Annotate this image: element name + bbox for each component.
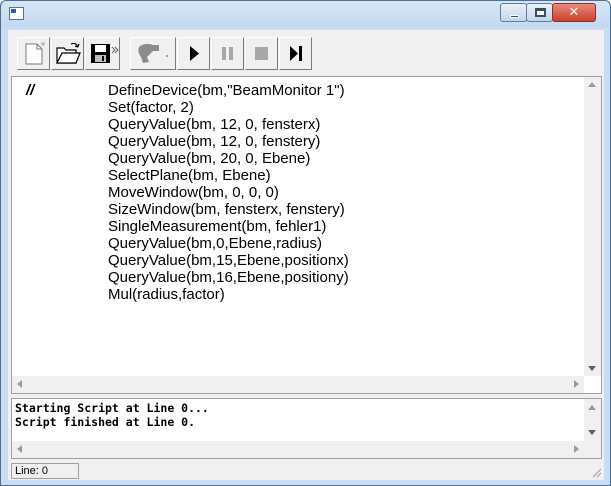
output-vertical-scrollbar[interactable] — [584, 399, 601, 441]
line-label: // — [26, 82, 35, 99]
output-text: Starting Script at Line 0... Script fini… — [15, 401, 209, 429]
scroll-left-icon[interactable] — [17, 445, 22, 453]
resize-grip-icon[interactable] — [590, 466, 602, 478]
code-statement: SelectPlane(bm, Ebene) — [108, 167, 271, 184]
line-label — [20, 201, 108, 218]
minimize-button[interactable] — [500, 3, 527, 22]
scroll-right-icon[interactable] — [574, 445, 579, 453]
code-statement: MoveWindow(bm, 0, 0, 0) — [108, 184, 279, 201]
code-line[interactable]: QueryValue(bm, 20, 0, Ebene) — [20, 150, 580, 167]
code-line[interactable]: // DefineDevice(bm,"BeamMonitor 1") — [20, 82, 580, 99]
stop-button[interactable] — [245, 37, 278, 70]
code-statement: DefineDevice(bm,"BeamMonitor 1") — [108, 82, 345, 99]
minimize-icon — [510, 15, 519, 18]
code-statement: SingleMeasurement(bm, fehler1) — [108, 218, 327, 235]
code-statement: Mul(radius,factor) — [108, 286, 225, 303]
code-line[interactable]: SelectPlane(bm, Ebene) — [20, 167, 580, 184]
line-label — [20, 269, 108, 286]
code-line[interactable]: MoveWindow(bm, 0, 0, 0) — [20, 184, 580, 201]
code-statement: QueryValue(bm, 12, 0, fensterx) — [108, 116, 321, 133]
code-line[interactable]: QueryValue(bm, 12, 0, fenstery) — [20, 133, 580, 150]
new-document-icon — [25, 42, 45, 65]
output-horizontal-scrollbar[interactable] — [12, 441, 601, 458]
editor-vertical-scrollbar[interactable] — [584, 77, 601, 376]
code-statement: Set(factor, 2) — [108, 99, 194, 116]
scroll-down-icon[interactable] — [588, 430, 596, 435]
pause-icon — [222, 47, 233, 60]
maximize-icon — [535, 8, 546, 17]
stop-icon — [255, 47, 268, 60]
code-line[interactable]: Set(factor, 2) — [20, 99, 580, 116]
pause-button[interactable] — [211, 37, 244, 70]
new-script-button[interactable] — [17, 37, 50, 70]
play-icon — [190, 46, 199, 61]
line-label — [20, 184, 108, 201]
line-label — [20, 167, 108, 184]
toolbar — [8, 30, 604, 76]
run-button[interactable] — [177, 37, 210, 70]
line-indicator: Line: 0 — [11, 463, 79, 479]
close-icon: ✕ — [568, 5, 580, 20]
scroll-up-icon[interactable] — [588, 405, 596, 410]
code-statement: QueryValue(bm,15,Ebene,positionx) — [108, 252, 349, 269]
line-label — [20, 150, 108, 167]
close-button[interactable]: ✕ — [552, 3, 596, 22]
title-bar[interactable]: ✕ — [1, 1, 610, 27]
scroll-up-icon[interactable] — [588, 82, 596, 87]
code-statement: QueryValue(bm, 12, 0, fenstery) — [108, 133, 321, 150]
step-button[interactable] — [279, 37, 312, 70]
line-label — [20, 218, 108, 235]
scroll-left-icon[interactable] — [17, 380, 22, 388]
line-label — [20, 133, 108, 150]
code-line[interactable]: QueryValue(bm, 12, 0, fensterx) — [20, 116, 580, 133]
code-line[interactable]: SizeWindow(bm, fensterx, fenstery) — [20, 201, 580, 218]
output-log[interactable]: Starting Script at Line 0... Script fini… — [11, 398, 602, 459]
code-line[interactable]: QueryValue(bm,0,Ebene,radius) — [20, 235, 580, 252]
output-line: Starting Script at Line 0... — [15, 401, 209, 415]
code-statement: QueryValue(bm,0,Ebene,radius) — [108, 235, 322, 252]
code-statement: SizeWindow(bm, fensterx, fenstery) — [108, 201, 345, 218]
open-folder-icon — [56, 42, 81, 64]
window-controls: ✕ — [500, 3, 596, 22]
script-window: ✕ // DefineDevice(bm,"BeamMonitor 1") Se… — [0, 0, 611, 486]
code-line[interactable]: Mul(radius,factor) — [20, 286, 580, 303]
status-bar: Line: 0 — [8, 461, 604, 480]
open-script-button[interactable] — [51, 37, 84, 70]
device-wizard-icon — [138, 43, 168, 63]
script-editor[interactable]: // DefineDevice(bm,"BeamMonitor 1") Set(fa… — [11, 76, 602, 394]
line-label — [20, 99, 108, 116]
save-disk-icon — [91, 44, 119, 63]
scroll-right-icon[interactable] — [574, 380, 579, 388]
code-statement: QueryValue(bm,16,Ebene,positiony) — [108, 269, 349, 286]
maximize-button[interactable] — [526, 3, 553, 22]
save-script-button[interactable] — [85, 37, 120, 70]
script-code[interactable]: // DefineDevice(bm,"BeamMonitor 1") Set(fa… — [20, 82, 580, 367]
line-label — [20, 252, 108, 269]
client-area: // DefineDevice(bm,"BeamMonitor 1") Set(fa… — [8, 30, 604, 480]
device-button[interactable] — [130, 37, 176, 70]
line-label — [20, 116, 108, 133]
line-label — [20, 286, 108, 303]
scroll-down-icon[interactable] — [588, 366, 596, 371]
output-line: Script finished at Line 0. — [15, 415, 196, 429]
code-line[interactable]: QueryValue(bm,15,Ebene,positionx) — [20, 252, 580, 269]
code-line[interactable]: SingleMeasurement(bm, fehler1) — [20, 218, 580, 235]
code-line[interactable]: QueryValue(bm,16,Ebene,positiony) — [20, 269, 580, 286]
code-statement: QueryValue(bm, 20, 0, Ebene) — [108, 150, 311, 167]
step-icon — [290, 46, 302, 61]
app-window-icon[interactable] — [9, 7, 24, 20]
line-label — [20, 235, 108, 252]
editor-horizontal-scrollbar[interactable] — [12, 376, 584, 393]
